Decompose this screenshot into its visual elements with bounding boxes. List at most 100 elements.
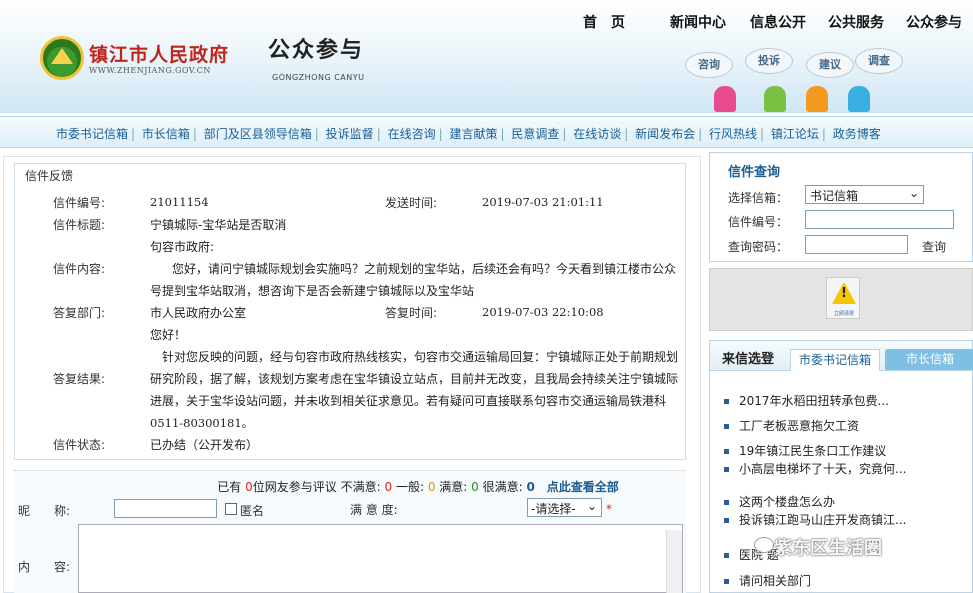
satisfaction-selected: -请选择- (531, 502, 576, 516)
query-title: 信件查询 (728, 165, 781, 180)
reply-line1: 针对您反映的问题，经与句容市政府热线核实，句容市交通运输局回复：宁镇城际正处于前… (162, 350, 679, 364)
list-item[interactable]: 投诉镇江跑马山庄开发商镇江... (724, 513, 964, 528)
tab-mayor-mailbox[interactable]: 市长信箱 (885, 349, 973, 370)
top-nav-info[interactable]: 信息公开 (750, 12, 806, 32)
nav-press[interactable]: 新闻发布会 (635, 127, 695, 141)
view-all-link[interactable]: 点此查看全部 (547, 480, 619, 494)
nickname-label: 昵 称: (18, 504, 71, 518)
subject-label: 信件标题: (53, 218, 106, 232)
anonymous-checkbox[interactable] (225, 503, 237, 515)
comment-content-input[interactable] (78, 524, 683, 593)
letter-id: 21011154 (150, 195, 209, 209)
top-nav-service[interactable]: 公共服务 (828, 12, 884, 32)
anonymous-label: 匿名 (240, 504, 265, 518)
list-item[interactable]: 小高层电梯坏了十天，究竟何... (724, 462, 964, 477)
letter-status: 已办结（公开发布） (150, 438, 259, 452)
nav-secretary-mailbox[interactable]: 市委书记信箱 (56, 127, 128, 141)
reply-result-label: 答复结果: (53, 372, 106, 386)
mailbox-selected: 书记信箱 (810, 189, 859, 203)
nav-consult[interactable]: 在线咨询 (388, 127, 436, 141)
person-blue-icon (848, 86, 870, 112)
unsatisfied-count: 0 (384, 480, 393, 494)
letter-subject: 宁镇城际-宝华站是否取消 (150, 218, 287, 232)
nav-interview[interactable]: 在线访谈 (573, 127, 621, 141)
warning-icon: 立即清零 (826, 277, 860, 319)
content-label: 信件内容: (53, 262, 106, 276)
logo-url: WWW.ZHENJIANG.GOV.CN (89, 66, 211, 75)
person-orange-icon (806, 86, 828, 112)
satisfied-label: 满意: (439, 480, 468, 494)
tab-secretary-mailbox[interactable]: 市委书记信箱 (790, 349, 880, 371)
stats-prefix: 已有 (217, 480, 242, 494)
textarea-scrollbar[interactable] (666, 530, 682, 593)
reply-dept-label: 答复部门: (53, 306, 106, 320)
normal-count: 0 (427, 480, 436, 494)
city-emblem-icon (40, 36, 84, 80)
survey-bubble[interactable]: 调查 (855, 48, 903, 74)
content-field-label: 内 容: (18, 560, 71, 574)
satisfaction-label: 满 意 度: (350, 503, 398, 517)
nav-survey[interactable]: 民意调查 (511, 127, 559, 141)
top-nav-participation[interactable]: 公众参与 (906, 12, 962, 32)
stats-mid: 位网友参与评议 (252, 480, 337, 494)
main-nav: 市委书记信箱 | 市长信箱 | 部门及区县领导信箱 | 投诉监督 | 在线咨询 | 建言献… (0, 116, 973, 148)
section-subtitle: GONGZHONG CANYU (272, 73, 365, 82)
section-title: 公众参与 (268, 38, 365, 63)
logo-title[interactable]: 镇江市人民政府 (89, 40, 229, 67)
letter-addressee: 句容市政府: (150, 240, 215, 254)
banner-caption: 立即清零 (833, 311, 854, 317)
password-input[interactable] (805, 235, 908, 254)
id-label: 信件编号: (53, 196, 106, 210)
sent-time: 2019-07-03 21:01:11 (482, 195, 604, 209)
list-item[interactable]: 19年镇江民生条口工作建议 (724, 442, 964, 459)
reply-time-label: 答复时间: (385, 306, 438, 320)
list-item[interactable]: 工厂老板恶意拖欠工资 (724, 417, 964, 434)
query-id-label: 信件编号： (728, 215, 789, 229)
chevron-down-icon: ⌄ (908, 186, 919, 200)
normal-label: 一般: (395, 480, 424, 494)
mailbox-select[interactable]: 书记信箱 ⌄ (805, 185, 924, 204)
site-header: 镇江市人民政府 WWW.ZHENJIANG.GOV.CN 公众参与 GONGZH… (0, 0, 973, 113)
chevron-down-icon: ⌄ (586, 499, 597, 513)
watermark-text: 紫东区生活圈 (774, 538, 882, 559)
nav-dept-mailbox[interactable]: 部门及区县领导信箱 (204, 127, 312, 141)
reply-line2: 研究阶段，据了解，该规划方案考虑在宝华镇设立站点，目前并无改变，且我局会持续关注… (150, 372, 679, 386)
person-green-icon (764, 86, 786, 112)
letter-query-box: 信件查询 选择信箱： 书记信箱 ⌄ 信件编号： 查询密码： 查询 (709, 152, 973, 262)
reply-line3: 进展，关于宝华设站问题，并未收到相关征求意见。若有疑问可直接联系句容市交通运输局… (150, 394, 667, 408)
nav-mayor-mailbox[interactable]: 市长信箱 (142, 127, 190, 141)
consult-bubble[interactable]: 咨询 (685, 52, 733, 78)
promo-banner[interactable]: 立即清零 (709, 268, 973, 331)
complaint-bubble[interactable]: 投诉 (745, 48, 793, 74)
letters-list-title: 来信选登 (722, 352, 775, 367)
search-button[interactable]: 查询 (922, 238, 946, 255)
very-satisfied-count: 0 (526, 480, 535, 494)
nav-hotline[interactable]: 行风热线 (709, 127, 757, 141)
nav-forum[interactable]: 镇江论坛 (771, 127, 819, 141)
required-mark: * (606, 502, 612, 516)
very-satisfied-label: 很满意: (482, 480, 523, 494)
reply-time: 2019-07-03 22:10:08 (482, 305, 604, 319)
mailbox-label: 选择信箱： (728, 191, 789, 205)
list-item[interactable]: 2017年水稻田扭转承包费... (724, 392, 964, 409)
nav-advice[interactable]: 建言献策 (449, 127, 497, 141)
nav-complaint[interactable]: 投诉监督 (326, 127, 374, 141)
suggestion-bubble[interactable]: 建议 (806, 52, 854, 78)
top-nav-home[interactable]: 首 页 (583, 12, 625, 32)
satisfaction-select[interactable]: -请选择- ⌄ (527, 498, 602, 517)
list-item[interactable]: 这两个楼盘怎么办 (724, 493, 964, 510)
nickname-input[interactable] (114, 499, 217, 518)
letter-panel (14, 185, 686, 460)
reply-line4: 0511-80300181。 (150, 416, 254, 430)
letter-content-line2: 号提到宝华站取消，想咨询下是否会新建宁镇城际以及宝华站 (150, 284, 475, 298)
sent-time-label: 发送时间: (385, 196, 438, 210)
comment-stats: 已有 0位网友参与评议 不满意: 0 一般: 0 满意: 0 很满意: 0 点此… (217, 478, 618, 495)
person-pink-icon (714, 86, 736, 112)
panel-title: 信件反馈 (14, 163, 686, 185)
reply-greeting: 您好！ (150, 328, 187, 342)
satisfied-count: 0 (471, 480, 479, 494)
top-nav-news[interactable]: 新闻中心 (670, 12, 726, 32)
nav-blog[interactable]: 政务博客 (833, 127, 881, 141)
query-id-input[interactable] (805, 210, 954, 229)
list-item[interactable]: 请问相关部门 (724, 572, 964, 589)
